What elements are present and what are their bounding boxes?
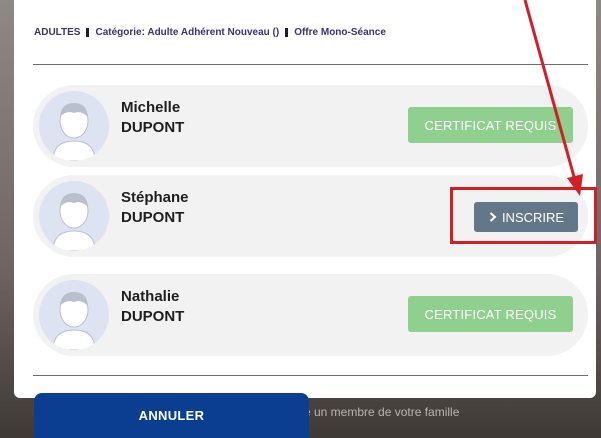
member-last-name: DUPONT (121, 209, 185, 226)
avatar-placeholder-icon (39, 91, 109, 161)
member-name: Michelle DUPONT (121, 98, 184, 138)
member-first-name: Michelle (121, 99, 181, 116)
member-last-name: DUPONT (121, 119, 185, 136)
member-first-name: Stéphane (121, 189, 189, 206)
breadcrumb-group: ADULTES (34, 27, 81, 38)
breadcrumb-separator (86, 28, 90, 37)
avatar-placeholder-icon (39, 181, 109, 251)
member-first-name: Nathalie (121, 288, 180, 305)
breadcrumb-offer: Offre Mono-Séance (294, 27, 386, 38)
member-name: Nathalie DUPONT (121, 287, 184, 327)
member-card: Michelle DUPONT CERTIFICAT REQUIS (33, 85, 588, 167)
divider-bottom (33, 375, 588, 376)
certificate-required-button[interactable]: CERTIFICAT REQUIS (408, 107, 573, 143)
member-last-name: DUPONT (121, 308, 185, 325)
breadcrumb-separator (285, 28, 289, 37)
divider-top (33, 64, 588, 65)
breadcrumb: ADULTES Catégorie: Adulte Adhérent Nouve… (34, 27, 386, 38)
background-text: re un membre de votre famille (300, 405, 460, 419)
certificate-required-button[interactable]: CERTIFICAT REQUIS (408, 296, 573, 332)
member-name: Stéphane DUPONT (121, 188, 189, 228)
breadcrumb-category: Catégorie: Adulte Adhérent Nouveau () (95, 27, 280, 38)
avatar-placeholder-icon (39, 280, 109, 350)
cancel-button[interactable]: ANNULER (34, 393, 309, 438)
annotation-highlight-box (450, 187, 597, 244)
member-card: Nathalie DUPONT CERTIFICAT REQUIS (33, 274, 588, 356)
